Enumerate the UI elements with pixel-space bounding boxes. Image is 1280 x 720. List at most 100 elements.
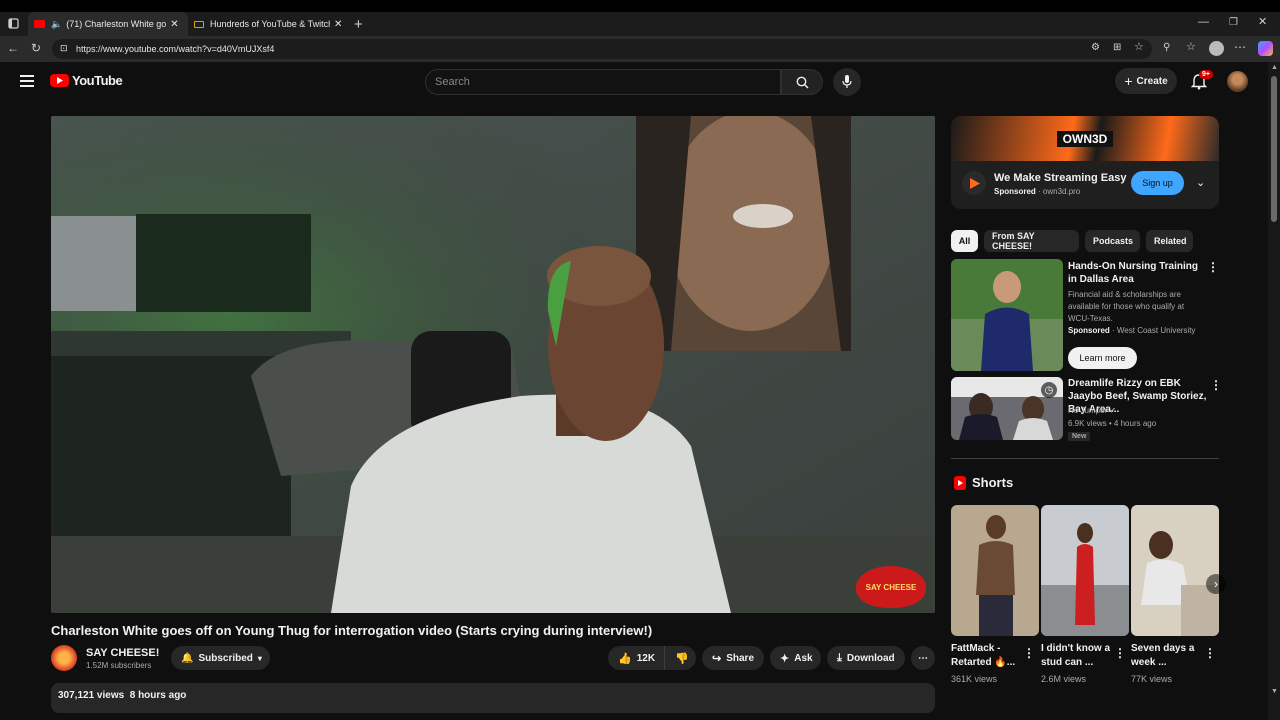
description-box[interactable]: 307,121 views 8 hours ago xyxy=(51,683,935,713)
dislike-button[interactable]: 👎 xyxy=(664,646,696,670)
minimize-icon[interactable]: — xyxy=(1198,17,1209,28)
ad-signup-button[interactable]: Sign up xyxy=(1131,171,1184,195)
video-player[interactable]: SAY CHEESE xyxy=(51,116,935,613)
more-actions-button[interactable]: ⋯ xyxy=(911,646,935,670)
more-horizontal-icon: ⋯ xyxy=(918,652,928,664)
more-vertical-icon[interactable]: ⋮ xyxy=(1207,261,1219,273)
tab-close-icon[interactable]: ✕ xyxy=(334,19,342,30)
speaker-icon[interactable]: 🔈 xyxy=(51,19,62,30)
scrollbar-down-arrow[interactable]: ▼ xyxy=(1271,688,1278,695)
ad-banner-text: OWN3D xyxy=(1056,130,1114,147)
sparkle-icon: ✦ xyxy=(780,652,790,665)
view-count: 307,121 views xyxy=(58,690,125,701)
sidebar-video-channel[interactable]: No Jumper ✔ xyxy=(1068,405,1116,417)
chip-related[interactable]: Related xyxy=(1146,230,1193,252)
restore-icon[interactable]: ❐ xyxy=(1229,18,1238,28)
favorites-icon[interactable]: ☆ xyxy=(1186,42,1196,53)
chip-podcasts[interactable]: Podcasts xyxy=(1085,230,1140,252)
share-label: Share xyxy=(726,652,755,664)
like-count: 12K xyxy=(636,652,656,664)
download-icon: ⤓ xyxy=(837,651,842,664)
tab-favicon-icon xyxy=(194,20,204,28)
chip-label: From SAY CHEESE! xyxy=(992,231,1035,251)
channel-name[interactable]: SAY CHEESE! xyxy=(86,647,159,659)
create-label: Create xyxy=(1136,75,1168,87)
bell-icon: 🔔 xyxy=(181,652,194,664)
split-screen-icon[interactable]: ⊞ xyxy=(1113,43,1121,53)
page-scrollbar[interactable]: ▲ ▼ xyxy=(1268,62,1280,720)
tab-youtube[interactable]: 🔈 (71) Charleston White goes off ✕ xyxy=(28,12,188,36)
subscribed-button[interactable]: 🔔 Subscribed ▾ xyxy=(171,646,270,670)
notifications-button[interactable]: 9+ xyxy=(1190,70,1213,92)
download-button[interactable]: ⤓ Download xyxy=(827,646,905,670)
like-button[interactable]: 👍 12K xyxy=(608,646,664,670)
url-field[interactable]: ⊡ https://www.youtube.com/watch?v=d40VmU… xyxy=(52,39,1152,59)
tab-actions-icon[interactable] xyxy=(8,18,19,31)
plus-icon: + xyxy=(1124,73,1133,89)
sidebar-ad-advertiser: West Coast University xyxy=(1116,326,1196,335)
tab-close-icon[interactable]: ✕ xyxy=(170,19,178,30)
extensions-icon[interactable]: ⚙ xyxy=(1091,43,1100,53)
learn-more-button[interactable]: Learn more xyxy=(1068,347,1137,369)
sponsored-ad-card[interactable]: OWN3D We Make Streaming Easy Sponsored ·… xyxy=(951,116,1219,209)
short-thumbnail[interactable] xyxy=(951,505,1039,636)
ask-button[interactable]: ✦ Ask xyxy=(770,646,821,670)
sidebar-ad-meta: Sponsored · West Coast University xyxy=(1068,326,1196,335)
more-vertical-icon[interactable]: ⋮ xyxy=(1114,647,1126,659)
profile-icon[interactable] xyxy=(1209,41,1224,56)
channel-avatar[interactable] xyxy=(51,645,77,671)
youtube-play-icon xyxy=(50,74,69,87)
browser-extension-icon[interactable]: ⚲ xyxy=(1163,43,1170,53)
account-avatar[interactable] xyxy=(1227,71,1248,92)
short-views: 2.6M views xyxy=(1041,674,1087,684)
short-thumbnail[interactable] xyxy=(1041,505,1129,636)
watermark-text: SAY CHEESE xyxy=(865,582,917,592)
menu-icon[interactable] xyxy=(20,75,34,87)
url-text: https://www.youtube.com/watch?v=d40VmUJX… xyxy=(76,44,275,54)
share-button[interactable]: ↪ Share xyxy=(702,646,764,670)
chip-from-channel[interactable]: From SAY CHEESE! xyxy=(984,230,1079,252)
more-vertical-icon[interactable]: ⋮ xyxy=(1204,647,1216,659)
short-thumbnail[interactable] xyxy=(1131,505,1219,636)
site-info-icon[interactable]: ⊡ xyxy=(60,43,68,54)
favorite-star-icon[interactable]: ☆ xyxy=(1134,42,1144,53)
tab-other[interactable]: Hundreds of YouTube & Twitch o ✕ xyxy=(190,12,346,36)
sidebar-ad-thumbnail[interactable] xyxy=(951,259,1063,371)
youtube-masthead: YouTube Search + Create 9+ xyxy=(0,62,1280,102)
chip-all[interactable]: All xyxy=(951,230,978,252)
microphone-icon xyxy=(842,75,852,88)
shorts-next-button[interactable]: › xyxy=(1206,574,1226,594)
back-icon[interactable]: ← xyxy=(7,42,19,54)
search-icon xyxy=(796,76,809,89)
ad-banner[interactable]: OWN3D xyxy=(951,116,1219,161)
short-title[interactable]: Seven days a week ... xyxy=(1131,642,1203,670)
ad-title[interactable]: We Make Streaming Easy xyxy=(994,172,1126,184)
tab-title: Hundreds of YouTube & Twitch o xyxy=(210,19,330,29)
sidebar-ad-title[interactable]: Hands-On Nursing Training in Dallas Area xyxy=(1068,260,1203,286)
short-title[interactable]: I didn't know a stud can ... xyxy=(1041,642,1113,670)
refresh-icon[interactable]: ↻ xyxy=(31,42,41,54)
create-button[interactable]: + Create xyxy=(1115,68,1177,94)
video-title: Charleston White goes off on Young Thug … xyxy=(51,623,653,638)
more-vertical-icon[interactable]: ⋮ xyxy=(1210,379,1222,391)
more-vertical-icon[interactable]: ⋮ xyxy=(1023,647,1035,659)
copilot-icon[interactable] xyxy=(1258,41,1273,56)
chevron-down-icon[interactable]: ⌄ xyxy=(1196,176,1205,189)
watch-later-icon[interactable]: ◷ xyxy=(1041,382,1057,398)
new-tab-icon[interactable]: + xyxy=(354,17,363,32)
sidebar-ad-description: Financial aid & scholarships are availab… xyxy=(1068,290,1185,323)
thumbs-down-icon: 👎 xyxy=(675,652,689,665)
scrollbar-thumb[interactable] xyxy=(1271,76,1277,222)
search-input[interactable]: Search xyxy=(425,69,781,95)
search-button[interactable] xyxy=(781,69,823,95)
scrollbar-up-arrow[interactable]: ▲ xyxy=(1271,64,1278,71)
browser-menu-icon[interactable]: ⋯ xyxy=(1234,41,1246,53)
voice-search-button[interactable] xyxy=(833,68,861,96)
shorts-heading: Shorts xyxy=(972,475,1014,490)
youtube-logo[interactable]: YouTube xyxy=(50,73,123,88)
subscriber-count: 1.52M subscribers xyxy=(86,661,152,670)
sidebar-video-thumbnail[interactable]: ◷ xyxy=(951,377,1063,440)
new-badge: New xyxy=(1068,432,1091,441)
close-window-icon[interactable]: ✕ xyxy=(1258,17,1267,28)
short-title[interactable]: FattMack - Retarted 🔥... xyxy=(951,642,1023,670)
